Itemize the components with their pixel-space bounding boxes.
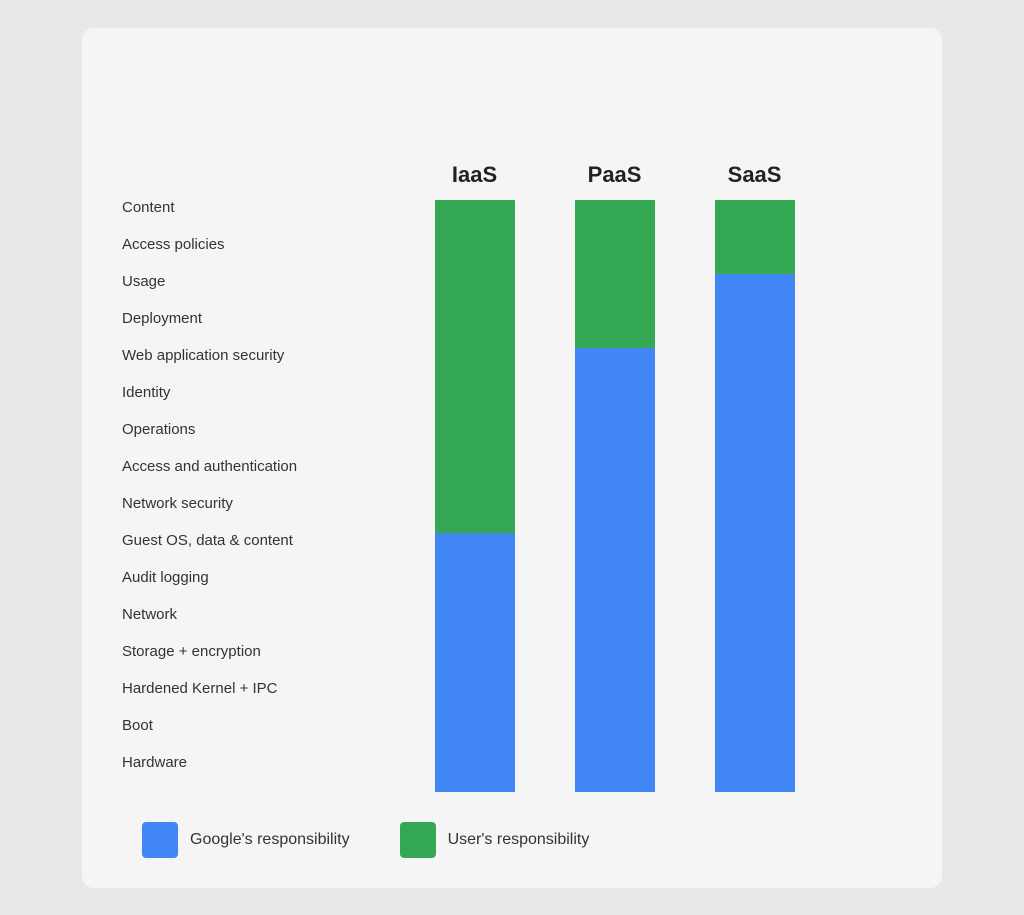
row-label-content: Content [122,200,297,237]
row-label-network-security: Network security [122,496,297,533]
legend: Google's responsibility User's responsib… [122,822,902,858]
row-label-access-policies: Access policies [122,237,297,274]
saas-green [715,200,795,274]
google-legend-label: Google's responsibility [190,831,350,849]
row-label-guest-os: Guest OS, data & content [122,533,297,570]
saas-title: SaaS [728,162,782,188]
row-label-storage: Storage + encryption [122,644,297,681]
bar-group-paas: PaaS [575,162,655,792]
row-label-boot: Boot [122,718,297,755]
row-label-hardware: Hardware [122,755,297,792]
paas-bar [575,200,655,792]
saas-blue [715,274,795,792]
bar-group-saas: SaaS [715,162,795,792]
paas-title: PaaS [588,162,642,188]
chart-area: Content Access policies Usage Deployment… [122,68,902,792]
bars-section: IaaS PaaS SaaS [327,162,902,792]
google-swatch [142,822,178,858]
row-label-audit-logging: Audit logging [122,570,297,607]
row-label-usage: Usage [122,274,297,311]
row-label-web-app-security: Web application security [122,348,297,385]
paas-blue [575,348,655,792]
labels-column: Content Access policies Usage Deployment… [122,200,297,792]
row-label-hardened-kernel: Hardened Kernel + IPC [122,681,297,718]
iaas-title: IaaS [452,162,497,188]
card: Content Access policies Usage Deployment… [82,28,942,888]
user-legend-label: User's responsibility [448,831,590,849]
legend-item-google: Google's responsibility [142,822,350,858]
row-label-deployment: Deployment [122,311,297,348]
iaas-blue [435,533,515,792]
bar-group-iaas: IaaS [435,162,515,792]
row-label-network: Network [122,607,297,644]
iaas-bar [435,200,515,792]
user-swatch [400,822,436,858]
iaas-green [435,200,515,533]
row-label-access-auth: Access and authentication [122,459,297,496]
legend-item-user: User's responsibility [400,822,590,858]
row-label-operations: Operations [122,422,297,459]
row-label-identity: Identity [122,385,297,422]
paas-green [575,200,655,348]
saas-bar [715,200,795,792]
